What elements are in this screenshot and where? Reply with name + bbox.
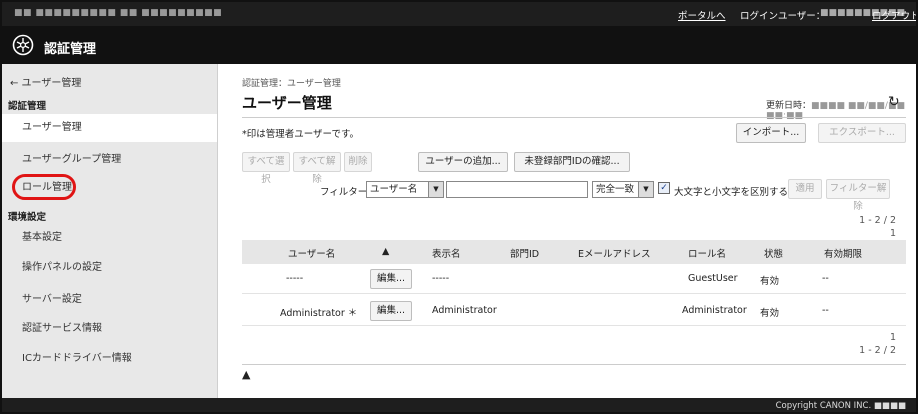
col-user-name[interactable]: ユーザー名 bbox=[288, 246, 335, 260]
case-sensitive-label: 大文字と小文字を区別する bbox=[674, 187, 789, 198]
filter-field-select[interactable]: ユーザー名 ▼ bbox=[366, 181, 444, 198]
sidebar-item-basic-settings[interactable]: 基本設定 bbox=[2, 224, 217, 252]
sidebar-item-user-group-management[interactable]: ユーザーグループ管理 bbox=[2, 146, 217, 174]
updated-label: 更新日時： bbox=[766, 101, 812, 111]
table-row: Administrator ＊ 編集... Administrator Admi… bbox=[242, 296, 906, 326]
cell-expiry: -- bbox=[822, 305, 829, 316]
unregistered-dept-button[interactable]: 未登録部門IDの確認... bbox=[514, 152, 630, 172]
sidebar-item-user-management[interactable]: ユーザー管理 bbox=[2, 114, 217, 142]
top-bar: ■■ ■■■■■■■■■ ■■ ■■■■■■■■■ ポータルへ ログインユーザー… bbox=[2, 2, 916, 26]
sidebar-back-link[interactable]: ← ユーザー管理 bbox=[10, 74, 81, 89]
chevron-down-icon: ▼ bbox=[638, 182, 653, 197]
highlight-ring bbox=[12, 174, 76, 200]
paging-range-bottom: 1 - 2 / 2 bbox=[859, 345, 896, 356]
paging-page-top[interactable]: 1 bbox=[818, 228, 896, 239]
paging-page-bottom[interactable]: 1 bbox=[818, 332, 896, 343]
sidebar-item-panel-settings[interactable]: 操作パネルの設定 bbox=[2, 254, 217, 282]
export-button[interactable]: エクスポート... bbox=[818, 123, 906, 143]
sidebar-item-ic-card-driver-info[interactable]: ICカードドライバー情報 bbox=[2, 345, 217, 373]
col-dept-id[interactable]: 部門ID bbox=[510, 246, 539, 260]
refresh-icon[interactable]: ↻ bbox=[888, 94, 900, 110]
edit-button[interactable]: 編集... bbox=[370, 269, 412, 289]
breadcrumb: 認証管理：ユーザー管理 bbox=[242, 79, 341, 89]
cell-user-name: Administrator ＊ bbox=[280, 308, 358, 319]
divider bbox=[242, 364, 906, 365]
sort-asc-icon[interactable]: ▲ bbox=[382, 246, 389, 257]
divider bbox=[242, 117, 906, 118]
login-user-label: ログインユーザー： bbox=[740, 11, 826, 22]
select-all-button[interactable]: すべて選択 bbox=[242, 152, 290, 185]
portal-link[interactable]: ポータルへ bbox=[678, 8, 726, 22]
page-title: ユーザー管理 bbox=[242, 94, 332, 112]
paging-range-top: 1 - 2 / 2 bbox=[859, 215, 896, 226]
col-status[interactable]: 状態 bbox=[764, 246, 783, 260]
sidebar-section-env: 環境設定 bbox=[8, 212, 47, 223]
add-user-button[interactable]: ユーザーの追加... bbox=[418, 152, 508, 172]
delete-button[interactable]: 削除 bbox=[344, 152, 372, 172]
sidebar-item-server-settings[interactable]: サーバー設定 bbox=[2, 286, 217, 314]
cell-display-name: ----- bbox=[432, 273, 450, 284]
filter-field-value: ユーザー名 bbox=[370, 184, 418, 195]
sidebar: ← ユーザー管理 認証管理 ユーザー管理 ユーザーグループ管理 ロール管理 環境… bbox=[2, 64, 218, 398]
col-expiry[interactable]: 有効期限 bbox=[824, 246, 862, 260]
app-header: 認証管理 bbox=[2, 26, 916, 64]
match-type-select[interactable]: 完全一致 ▼ bbox=[592, 181, 654, 198]
deselect-all-button[interactable]: すべて解除 bbox=[293, 152, 341, 185]
filter-text-input[interactable] bbox=[446, 181, 588, 198]
table-row: ----- 編集... ----- GuestUser 有効 -- bbox=[242, 264, 906, 294]
logout-link[interactable]: ログアウト bbox=[872, 8, 916, 22]
app-title: 認証管理 bbox=[44, 42, 97, 57]
cell-role-name: Administrator bbox=[682, 305, 747, 316]
cell-role-name: GuestUser bbox=[688, 273, 738, 284]
top-left-text: ■■ ■■■■■■■■■ ■■ ■■■■■■■■■ bbox=[14, 8, 223, 18]
import-button[interactable]: インポート... bbox=[736, 123, 806, 143]
sidebar-section-auth: 認証管理 bbox=[8, 101, 47, 112]
cell-expiry: -- bbox=[822, 273, 829, 284]
cell-status: 有効 bbox=[760, 308, 780, 319]
col-email[interactable]: Eメールアドレス bbox=[578, 246, 651, 260]
admin-note: *印は管理者ユーザーです。 bbox=[242, 129, 360, 140]
cell-display-name: Administrator bbox=[432, 305, 497, 316]
app-logo-icon bbox=[12, 34, 34, 56]
clear-filter-button[interactable]: フィルター解除 bbox=[826, 179, 890, 212]
window-frame: ■■ ■■■■■■■■■ ■■ ■■■■■■■■■ ポータルへ ログインユーザー… bbox=[0, 0, 918, 414]
chevron-down-icon: ▼ bbox=[428, 182, 443, 197]
col-role-name[interactable]: ロール名 bbox=[688, 246, 726, 260]
col-display-name[interactable]: 表示名 bbox=[432, 246, 461, 260]
edit-button[interactable]: 編集... bbox=[370, 301, 412, 321]
copyright-text: Copyright CANON INC. ■■■■ bbox=[775, 401, 906, 411]
match-type-value: 完全一致 bbox=[596, 184, 635, 195]
go-to-top-icon[interactable]: ▲ bbox=[242, 368, 250, 381]
cell-status: 有効 bbox=[760, 276, 780, 287]
main-content: 認証管理：ユーザー管理 ユーザー管理 更新日時：■■■■ ■■/■■/■■ ■■… bbox=[218, 64, 916, 398]
footer: Copyright CANON INC. ■■■■ bbox=[2, 398, 916, 412]
table-header: ユーザー名 ▲ 表示名 部門ID Eメールアドレス ロール名 状態 有効期限 bbox=[242, 240, 906, 264]
sidebar-item-auth-service-info[interactable]: 認証サービス情報 bbox=[2, 315, 217, 343]
case-sensitive-checkbox[interactable]: ✓ bbox=[658, 182, 670, 194]
cell-user-name: ----- bbox=[286, 273, 304, 284]
apply-button[interactable]: 適用 bbox=[788, 179, 822, 199]
